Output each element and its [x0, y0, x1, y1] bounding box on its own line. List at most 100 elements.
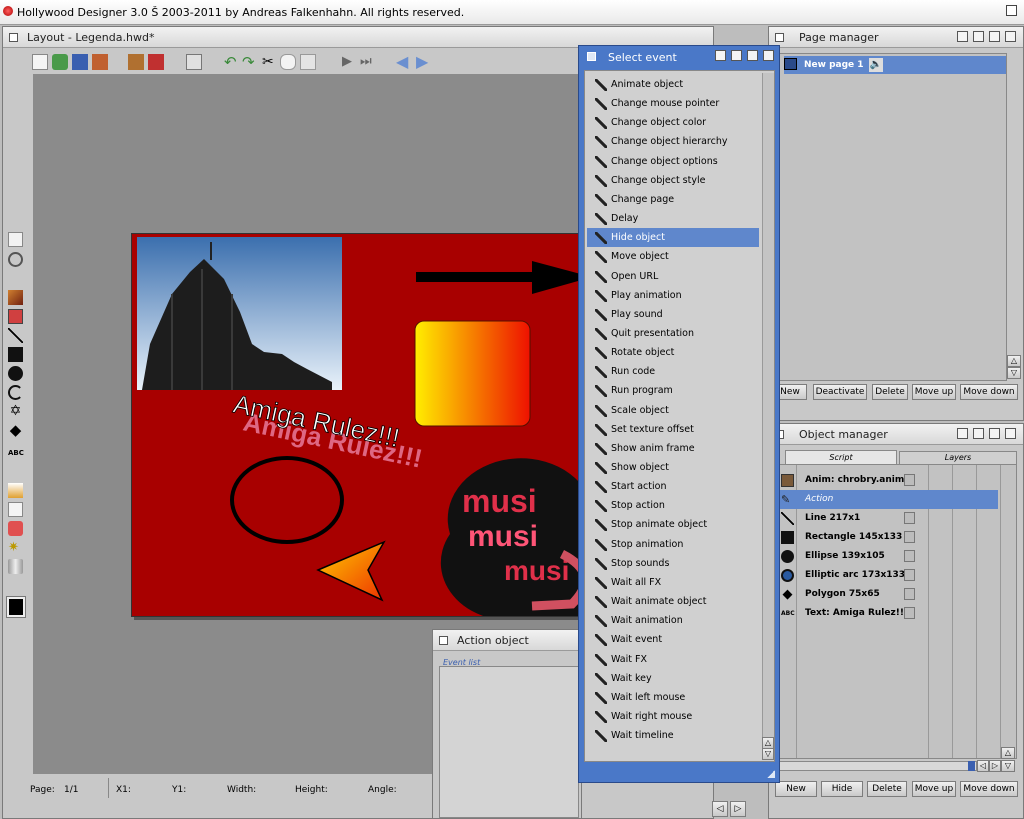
event-item[interactable]: Start action	[587, 477, 759, 496]
event-item[interactable]: Stop action	[587, 496, 759, 515]
music-arc[interactable]: musi musi musi	[440, 458, 591, 617]
previous-page-icon[interactable]: ◀	[396, 54, 412, 70]
color-swatch[interactable]	[6, 596, 26, 618]
line-tool-icon[interactable]	[8, 328, 23, 343]
object-scroll-left-button[interactable]: ◁	[977, 760, 989, 772]
rectangle-tool-icon[interactable]	[8, 347, 23, 362]
event-item[interactable]: Show object	[587, 458, 759, 477]
tab-script[interactable]: Script	[785, 450, 897, 464]
event-item[interactable]: Wait timeline	[587, 726, 759, 745]
polygon-tool-icon[interactable]: ◆	[8, 423, 23, 438]
brush-tool-icon[interactable]	[8, 290, 23, 305]
event-item[interactable]: Open URL	[587, 267, 759, 286]
event-item[interactable]: Animate object	[587, 75, 759, 94]
event-item[interactable]: Wait FX	[587, 650, 759, 669]
event-item[interactable]: Set texture offset	[587, 420, 759, 439]
page-deactivate-button[interactable]: Deactivate	[813, 384, 867, 400]
object-manager-titlebar[interactable]: Object manager	[769, 424, 1023, 445]
list-item[interactable]: Ellipse 139x105	[774, 547, 998, 566]
gradient-rectangle[interactable]	[414, 320, 531, 427]
object-hide-button[interactable]: Hide	[821, 781, 863, 797]
event-item[interactable]: Wait all FX	[587, 573, 759, 592]
sound-tool-icon[interactable]	[8, 521, 23, 536]
object-scroll-right-button[interactable]: ▷	[989, 760, 1001, 772]
zoom-icon[interactable]	[989, 428, 1000, 439]
visibility-marker[interactable]	[904, 512, 915, 524]
event-item[interactable]: Stop animation	[587, 535, 759, 554]
event-item[interactable]: Wait animate object	[587, 592, 759, 611]
iconify-icon[interactable]	[731, 50, 742, 61]
page-scroll-up-button[interactable]: △	[1007, 355, 1021, 367]
arrow-line[interactable]	[416, 261, 591, 294]
black-ellipse[interactable]	[230, 456, 344, 544]
copy-icon[interactable]	[280, 54, 296, 70]
scroll-right-button[interactable]: ▷	[730, 801, 746, 817]
castle-photo[interactable]	[137, 237, 342, 390]
page-row[interactable]: New page 1 🔈	[784, 56, 1006, 74]
page-manager-titlebar[interactable]: Page manager	[769, 27, 1023, 48]
edit-object-icon[interactable]	[148, 54, 164, 70]
event-item[interactable]: Wait left mouse	[587, 688, 759, 707]
image-tool-icon[interactable]	[8, 309, 23, 324]
export-icon[interactable]	[92, 54, 108, 70]
event-item[interactable]: Wait event	[587, 630, 759, 649]
event-item[interactable]: Change page	[587, 190, 759, 209]
list-item[interactable]: Rectangle 145x133	[774, 528, 998, 547]
event-item[interactable]: Wait animation	[587, 611, 759, 630]
undo-icon[interactable]: ↶	[224, 54, 240, 70]
visibility-marker[interactable]	[904, 550, 915, 562]
event-item[interactable]: Run program	[587, 381, 759, 400]
event-item[interactable]: Wait right mouse	[587, 707, 759, 726]
iconify-icon[interactable]	[973, 428, 984, 439]
list-item[interactable]: Anim: chrobry.anim	[774, 471, 998, 490]
cut-icon[interactable]: ✂	[262, 54, 278, 70]
event-item[interactable]: Run code	[587, 362, 759, 381]
event-item[interactable]: Delay	[587, 209, 759, 228]
list-item-selected[interactable]: ✎ Action	[774, 490, 998, 509]
zoom-icon[interactable]	[989, 31, 1000, 42]
close-icon[interactable]	[775, 33, 784, 42]
event-item[interactable]: Show anim frame	[587, 439, 759, 458]
ellipse-tool-icon[interactable]	[8, 366, 23, 381]
close-icon[interactable]	[587, 52, 596, 61]
object-icon[interactable]	[128, 54, 144, 70]
event-item[interactable]: Change object options	[587, 152, 759, 171]
clipboard-icon[interactable]	[186, 54, 202, 70]
maximize-icon[interactable]	[763, 50, 774, 61]
event-item[interactable]: Rotate object	[587, 343, 759, 362]
save-icon[interactable]	[72, 54, 88, 70]
list-item[interactable]: Line 217x1	[774, 509, 998, 528]
redo-icon[interactable]: ↷	[242, 54, 258, 70]
trash-icon[interactable]	[8, 559, 23, 574]
effect-tool-icon[interactable]: ✷	[8, 540, 23, 555]
visibility-marker[interactable]	[904, 588, 915, 600]
maximize-icon[interactable]	[1005, 31, 1016, 42]
page-move-up-button[interactable]: Move up	[912, 384, 956, 400]
arc-tool-icon[interactable]	[8, 385, 23, 400]
event-scrollbar[interactable]	[762, 73, 774, 737]
page-tool-icon[interactable]	[8, 502, 23, 517]
event-list[interactable]	[439, 666, 579, 818]
event-item[interactable]: Change object hierarchy	[587, 132, 759, 151]
zoom-tool-icon[interactable]	[8, 252, 23, 267]
gradient-polygon[interactable]	[316, 540, 386, 602]
visibility-marker[interactable]	[904, 531, 915, 543]
close-icon[interactable]	[9, 33, 18, 42]
depth-icon[interactable]	[715, 50, 726, 61]
page-scroll-down-button[interactable]: ▽	[1007, 367, 1021, 379]
visibility-marker[interactable]	[904, 607, 915, 619]
event-item[interactable]: Change mouse pointer	[587, 94, 759, 113]
select-tool-icon[interactable]	[8, 232, 23, 247]
depth-icon[interactable]	[957, 428, 968, 439]
event-item[interactable]: Play animation	[587, 286, 759, 305]
list-item[interactable]: ◆ Polygon 75x65	[774, 585, 998, 604]
resize-grip-icon[interactable]	[767, 770, 775, 778]
select-event-titlebar[interactable]: Select event	[579, 46, 779, 66]
event-item[interactable]: Change object color	[587, 113, 759, 132]
play-icon[interactable]: ▶	[342, 54, 358, 70]
object-move-up-button[interactable]: Move up	[912, 781, 956, 797]
page-canvas[interactable]: musi musi musi Amiga Rulez!!! Amiga Rule…	[131, 233, 591, 617]
object-scroll-up-button[interactable]: △	[1001, 747, 1015, 759]
list-item[interactable]: ABC Text: Amiga Rulez!!!	[774, 604, 998, 623]
event-scroll-down-button[interactable]: ▽	[762, 748, 774, 760]
